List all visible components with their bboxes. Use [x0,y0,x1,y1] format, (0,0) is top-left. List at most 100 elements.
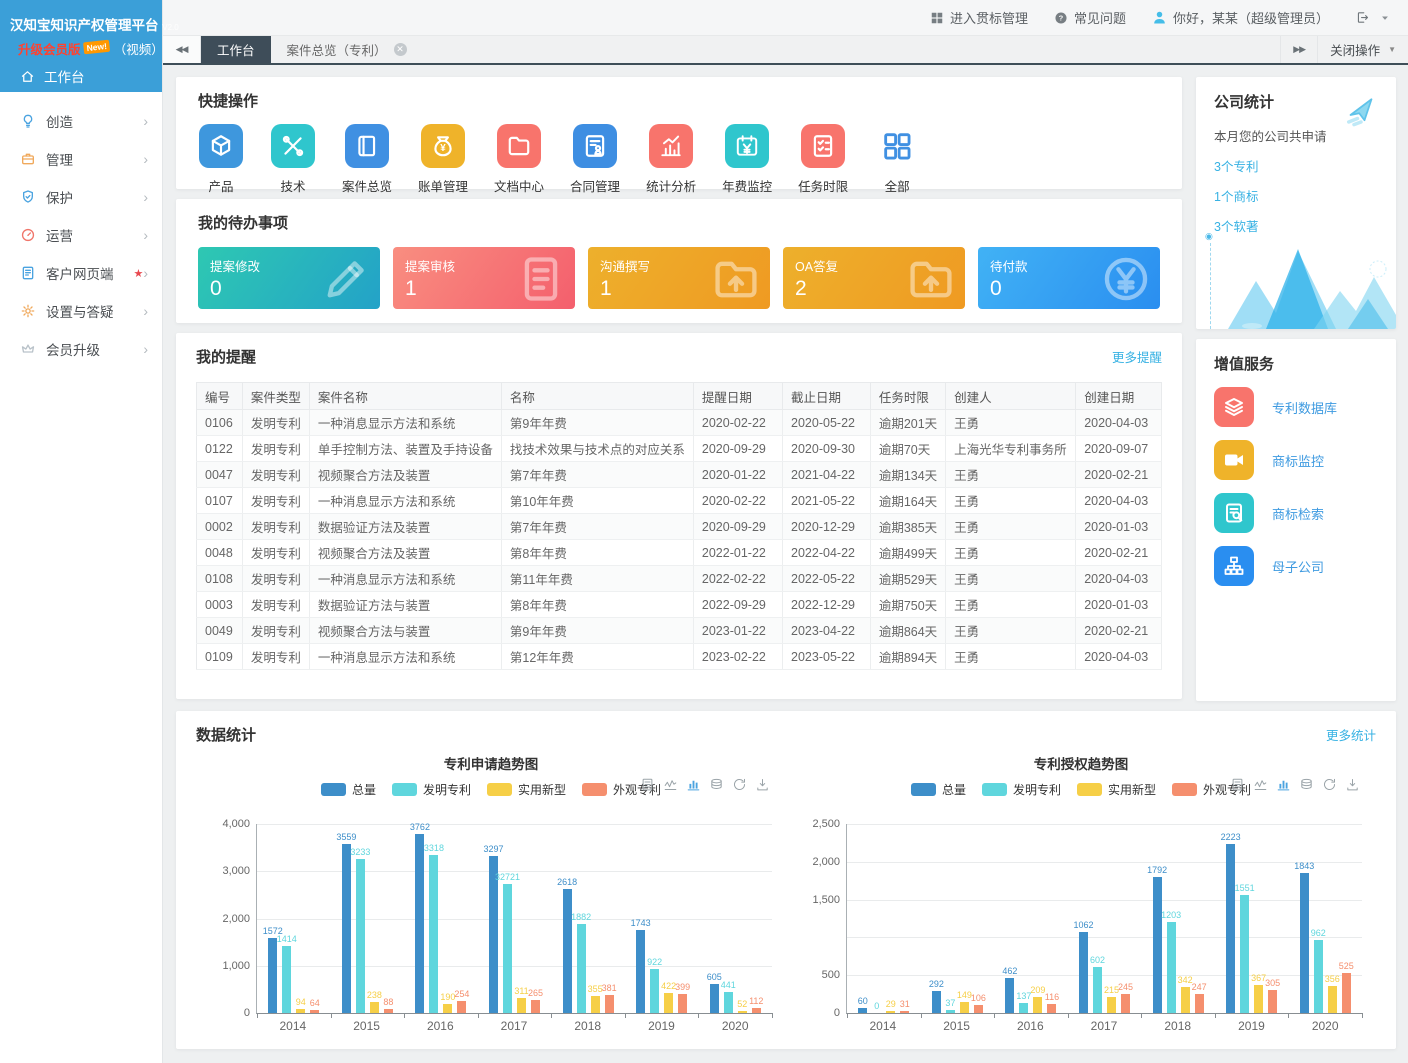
table-row[interactable]: 0108发明专利一种消息显示方法和系统第11年年费2022-02-222022-… [197,566,1162,592]
bar-value-label: 1551 [1235,884,1255,893]
sidebar-item-会员升级[interactable]: 会员升级› [0,330,162,368]
video-link[interactable]: （视频） [114,43,164,57]
tab-workbench[interactable]: 工作台 [201,36,271,63]
legend-item-发明专利[interactable]: 发明专利 [392,781,471,798]
tab-case-overview[interactable]: 案件总览（专利） ✕ [271,36,423,63]
quick-action-文档中心[interactable]: 文档中心 [494,124,544,195]
bar-外观专利: 116 [1047,1004,1056,1013]
sidebar-item-客户网页端[interactable]: 客户网页端★› [0,254,162,292]
data-view-icon[interactable] [640,777,655,792]
quick-action-任务时限[interactable]: 任务时限 [798,124,848,195]
quick-action-全部[interactable]: 全部 [874,124,920,195]
close-icon[interactable]: ✕ [394,43,407,56]
tabs-scroll-right-button[interactable]: ▶▶ [1280,36,1317,63]
service-商标监控[interactable]: 商标监控 [1214,440,1378,480]
todo-card-提案审核[interactable]: 提案审核1 [393,247,575,309]
table-row[interactable]: 0122发明专利单手控制方法、装置及手持设备找技术效果与技术点的对应关系2020… [197,436,1162,462]
sidebar-item-设置与答疑[interactable]: 设置与答疑› [0,292,162,330]
bar-发明专利: 962 [1314,940,1323,1013]
bar-value-label: 355 [588,985,603,994]
bar-value-label: 247 [1192,983,1207,992]
legend-item-实用新型[interactable]: 实用新型 [487,781,566,798]
gear-icon [20,303,36,319]
upgrade-member-link[interactable]: 升级会员版 [18,43,81,57]
data-statistics-card: 数据统计 更多统计 专利申请趋势图总量发明专利实用新型外观专利4,0003,00… [176,711,1396,1049]
table-row[interactable]: 0049发明专利视频聚合方法与装置第9年年费2023-01-222023-04-… [197,618,1162,644]
table-row[interactable]: 0047发明专利视频聚合方法及装置第7年年费2020-01-222021-04-… [197,462,1162,488]
todo-card-待付款[interactable]: 待付款0 [978,247,1160,309]
bar-toggle-icon[interactable] [686,777,701,792]
restore-icon[interactable] [1322,777,1337,792]
table-row[interactable]: 0003发明专利数据验证方法与装置第8年年费2022-09-292022-12-… [197,592,1162,618]
quick-action-账单管理[interactable]: ¥账单管理 [418,124,468,195]
table-cell: 逾期70天 [870,436,945,462]
faq-button[interactable]: ? 常见问题 [1054,8,1126,27]
more-reminders-link[interactable]: 更多提醒 [1112,347,1162,366]
bar-group-2019: 22231551367305 [1215,824,1289,1013]
todo-card-提案修改[interactable]: 提案修改0 [198,247,380,309]
caret-down-icon[interactable] [1380,13,1390,23]
service-专利数据库[interactable]: 专利数据库 [1214,387,1378,427]
table-row[interactable]: 0107发明专利一种消息显示方法和系统第10年年费2020-02-222021-… [197,488,1162,514]
user-icon [1152,10,1167,25]
chart-专利申请趋势图: 专利申请趋势图总量发明专利实用新型外观专利4,0003,0002,0001,00… [196,749,786,1033]
legend-item-发明专利[interactable]: 发明专利 [982,781,1061,798]
bar-value-label: 88 [383,998,393,1007]
sidebar-item-workbench[interactable]: 工作台 [0,58,162,86]
quick-action-产品[interactable]: 产品 [198,124,244,195]
table-cell: 第8年年费 [501,540,693,566]
table-cell: 第7年年费 [501,462,693,488]
table-cell: 0106 [197,410,243,436]
doc-search-icon [1222,501,1246,525]
todo-card-OA答复[interactable]: OA答复2 [783,247,965,309]
restore-icon[interactable] [732,777,747,792]
sidebar-item-管理[interactable]: 管理› [0,140,162,178]
line-toggle-icon[interactable] [663,777,678,792]
service-母子公司[interactable]: 母子公司 [1214,546,1378,586]
x-axis-tick [1068,1013,1069,1018]
bar-实用新型: 367 [1254,985,1263,1013]
download-icon[interactable] [755,777,770,792]
table-row[interactable]: 0106发明专利一种消息显示方法和系统第9年年费2020-02-222020-0… [197,410,1162,436]
quick-action-案件总览[interactable]: 案件总览 [342,124,392,195]
table-row[interactable]: 0109发明专利一种消息显示方法和系统第12年年费2023-02-222023-… [197,644,1162,670]
table-cell: 2020-01-03 [1076,514,1162,540]
more-statistics-link[interactable]: 更多统计 [1326,725,1376,744]
sidebar-item-运营[interactable]: 运营› [0,216,162,254]
bar-value-label: 245 [1118,983,1133,992]
tabbar: ◀◀ 工作台 案件总览（专利） ✕ ▶▶ 关闭操作▼ [163,36,1408,65]
enter-standard-management-button[interactable]: 进入贯标管理 [930,8,1028,27]
company-stat-link[interactable]: 1个商标 [1214,186,1378,205]
chart-title: 专利申请趋势图 [196,753,786,773]
bar-value-label: 32721 [495,873,520,882]
sidebar-item-创造[interactable]: 创造› [0,102,162,140]
close-actions-dropdown[interactable]: 关闭操作▼ [1317,36,1408,63]
download-icon[interactable] [1345,777,1360,792]
legend-item-总量[interactable]: 总量 [321,781,376,798]
table-cell: 2020-05-22 [783,410,871,436]
stack-icon[interactable] [709,777,724,792]
stack-icon[interactable] [1299,777,1314,792]
company-stat-link[interactable]: 3个专利 [1214,156,1378,175]
quick-action-年费监控[interactable]: 年费监控 [722,124,772,195]
table-cell: 2020-01-03 [1076,592,1162,618]
legend-item-总量[interactable]: 总量 [911,781,966,798]
user-menu[interactable]: 你好，某某（超级管理员） [1152,8,1329,27]
tabs-scroll-left-button[interactable]: ◀◀ [163,36,201,63]
table-row[interactable]: 0048发明专利视频聚合方法及装置第8年年费2022-01-222022-04-… [197,540,1162,566]
bar-toggle-icon[interactable] [1276,777,1291,792]
todo-card-沟通撰写[interactable]: 沟通撰写1 [588,247,770,309]
line-toggle-icon[interactable] [1253,777,1268,792]
quick-action-合同管理[interactable]: 合同管理 [570,124,620,195]
layers-icon [1222,395,1246,419]
sidebar-item-保护[interactable]: 保护› [0,178,162,216]
quick-action-技术[interactable]: 技术 [270,124,316,195]
service-商标检索[interactable]: 商标检索 [1214,493,1378,533]
x-axis-label: 2019 [625,1019,699,1033]
data-view-icon[interactable] [1230,777,1245,792]
x-axis-tick [1362,1013,1363,1018]
logout-icon[interactable] [1355,10,1370,25]
table-row[interactable]: 0002发明专利数据验证方法及装置第7年年费2020-09-292020-12-… [197,514,1162,540]
legend-item-实用新型[interactable]: 实用新型 [1077,781,1156,798]
quick-action-统计分析[interactable]: 统计分析 [646,124,696,195]
